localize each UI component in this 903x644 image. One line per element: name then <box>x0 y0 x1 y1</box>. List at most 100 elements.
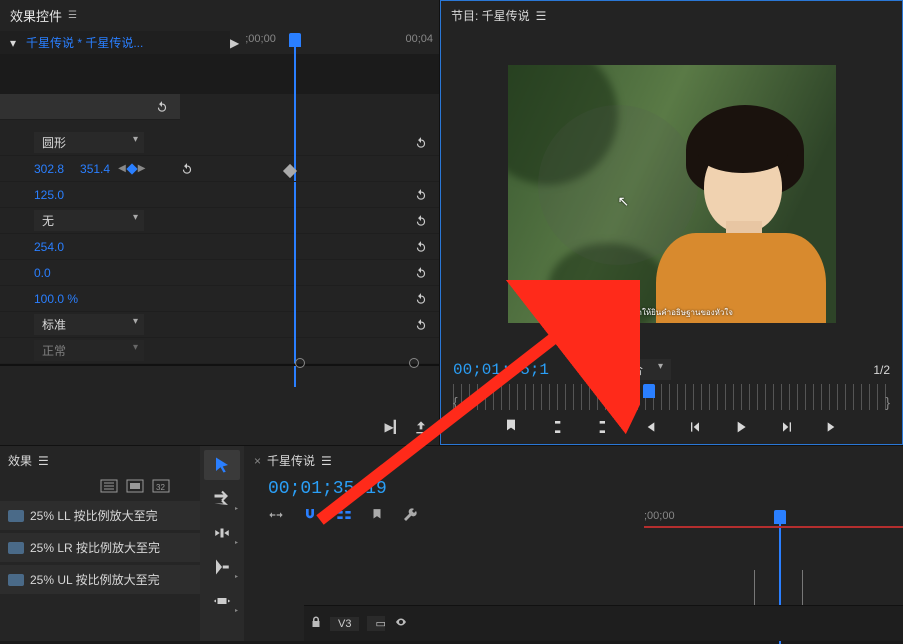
reset-icon[interactable] <box>413 187 429 203</box>
timeline-tab[interactable]: 千星传说 <box>267 452 315 469</box>
add-marker-button[interactable] <box>502 418 520 436</box>
selection-tool[interactable] <box>204 450 240 480</box>
last-select[interactable]: 正常 <box>34 340 144 361</box>
ripple-edit-tool[interactable]: ▸ <box>204 518 240 548</box>
track-select-tool[interactable]: ▸ <box>204 484 240 514</box>
cursor-arrow-icon: ↖ <box>618 193 630 210</box>
reset-icon[interactable] <box>413 265 429 281</box>
prop-row-last: 正常 <box>0 338 439 364</box>
panel-menu-icon[interactable]: ☰ <box>321 454 332 468</box>
blend-select[interactable]: 无 <box>34 210 144 231</box>
pos-x-value[interactable]: 302.8 <box>34 162 64 176</box>
program-viewport[interactable]: ↖ เมนูดาราให้ยินคำอธิษฐานของหัวใจ <box>441 30 902 357</box>
ruler-label: ;00;00 <box>644 510 675 522</box>
lock-track-icon[interactable] <box>310 615 322 632</box>
go-to-out-button[interactable] <box>824 418 842 436</box>
play-loop-icon[interactable]: ▶▎ <box>385 420 403 439</box>
timeline-ruler[interactable]: ;00;00 <box>244 510 903 532</box>
play-only-icon[interactable]: ▶ <box>230 36 239 50</box>
prop-row-blend: 无 <box>0 208 439 234</box>
step-forward-button[interactable] <box>778 418 796 436</box>
play-button[interactable] <box>732 418 750 436</box>
loop-handle-icon[interactable] <box>295 358 305 368</box>
loop-handle-icon[interactable] <box>409 358 419 368</box>
effect-panel-footer: ▶▎ <box>0 414 439 445</box>
timeline-timecode[interactable]: 00;01;35;19 <box>268 479 387 499</box>
effect-controls-title: 效果控件 <box>10 6 62 25</box>
mark-in-button[interactable] <box>548 418 566 436</box>
go-to-in-button[interactable] <box>640 418 658 436</box>
panel-menu-icon[interactable]: ☰ <box>68 10 77 21</box>
effect-preset-item[interactable]: 25% LL 按比例放大至完 <box>0 501 200 530</box>
program-timecode[interactable]: 00;01;35;1 <box>453 361 549 379</box>
shape-select[interactable]: 圆形 <box>34 132 144 153</box>
keyframe-diamond-icon[interactable] <box>283 164 297 178</box>
close-tab-icon[interactable]: × <box>254 454 261 468</box>
value-254[interactable]: 254.0 <box>34 240 64 254</box>
reset-icon[interactable] <box>413 239 429 255</box>
slip-tool[interactable]: ▸ <box>204 586 240 616</box>
panel-menu-icon[interactable]: ☰ <box>38 454 49 468</box>
program-ruler[interactable]: { } <box>453 384 890 410</box>
eye-toggle-icon[interactable] <box>393 616 409 631</box>
effect-controls-header: 效果控件 ☰ <box>0 0 439 31</box>
tool-strip: ▸ ▸ ▸ ▸ <box>200 445 244 641</box>
step-back-button[interactable] <box>686 418 704 436</box>
reset-icon[interactable] <box>413 317 429 333</box>
prop-row-125: 125.0 <box>0 182 439 208</box>
value-0[interactable]: 0.0 <box>34 266 51 280</box>
reset-icon[interactable] <box>413 213 429 229</box>
reset-icon[interactable] <box>413 291 429 307</box>
prop-row-254: 254.0 <box>0 234 439 260</box>
clip-edge[interactable] <box>754 570 755 610</box>
prop-row-pct: 100.0 % <box>0 286 439 312</box>
mini-time-ruler[interactable]: ;00;00 00;04 <box>239 33 439 53</box>
filter-icon-3[interactable]: 32 <box>152 479 170 496</box>
property-rows: 圆形 302.8 351.4 ◀▶ 125.0 <box>0 94 439 364</box>
prop-row-0: 0.0 <box>0 260 439 286</box>
timeline-playhead[interactable] <box>774 510 786 524</box>
filter-icon-2[interactable] <box>126 479 144 496</box>
value-125[interactable]: 125.0 <box>34 188 64 202</box>
prop-row-blank <box>0 94 180 120</box>
clip-edge[interactable] <box>802 570 803 610</box>
razor-tool[interactable]: ▸ <box>204 552 240 582</box>
reset-icon[interactable] <box>413 135 429 151</box>
video-frame: ↖ เมนูดาราให้ยินคำอธิษฐานของหัวใจ <box>508 65 836 323</box>
ruler-tick-start: ;00;00 <box>245 33 276 45</box>
zoom-fit-select[interactable]: 适合 <box>609 359 671 380</box>
timeline-panel: × 千星传说 ☰ 00;01;35;19 ;00;00 V3 ▭ <box>244 445 903 641</box>
effect-preset-item[interactable]: 25% UL 按比例放大至完 <box>0 565 200 594</box>
program-monitor-panel: 节目: 千星传说 ☰ ↖ เมนูดาราให้ยินคำอธิษฐานของห… <box>440 0 903 445</box>
program-playhead[interactable] <box>643 384 655 398</box>
track-target-button[interactable]: ▭ <box>367 616 385 631</box>
resolution-select[interactable]: 1/2 <box>873 363 890 377</box>
mini-playhead[interactable] <box>289 33 301 47</box>
reset-icon[interactable] <box>154 99 170 115</box>
chevron-down-icon[interactable]: ▾ <box>6 36 20 50</box>
keyframe-controls[interactable]: ◀▶ <box>118 163 145 174</box>
prop-row-std: 标准 <box>0 312 439 338</box>
mark-out-button[interactable] <box>594 418 612 436</box>
value-pct[interactable]: 100.0 % <box>34 292 78 306</box>
track-graph-area[interactable] <box>0 54 439 94</box>
export-icon[interactable] <box>413 420 429 439</box>
effect-controls-panel: 效果控件 ☰ ▾ 千星传说 * 千星传说... ▶ ;00;00 00;04 <box>0 0 440 445</box>
person-figure <box>656 103 826 323</box>
reset-icon[interactable] <box>179 161 195 177</box>
svg-text:32: 32 <box>156 483 165 492</box>
clip-name-link[interactable]: 千星传说 * 千星传说... <box>26 34 224 51</box>
pos-y-value[interactable]: 351.4 <box>80 162 110 176</box>
prop-row-shape: 圆形 <box>0 130 439 156</box>
track-v3-button[interactable]: V3 <box>330 617 359 631</box>
effects-browser-panel: 效果 ☰ 32 25% LL 按比例放大至完 25% LR 按比例放大至完 25… <box>0 445 200 641</box>
transport-controls <box>441 410 902 444</box>
standard-select[interactable]: 标准 <box>34 314 144 335</box>
track-header-row: V3 ▭ <box>304 605 903 641</box>
panel-menu-icon[interactable]: ☰ <box>536 9 547 23</box>
filter-icon-1[interactable] <box>100 479 118 496</box>
effect-preset-item[interactable]: 25% LR 按比例放大至完 <box>0 533 200 562</box>
bracket-close-icon: } <box>885 394 890 410</box>
video-subtitle: เมนูดาราให้ยินคำอธิษฐานของหัวใจ <box>508 306 836 319</box>
program-header: 节目: 千星传说 ☰ <box>441 1 902 30</box>
